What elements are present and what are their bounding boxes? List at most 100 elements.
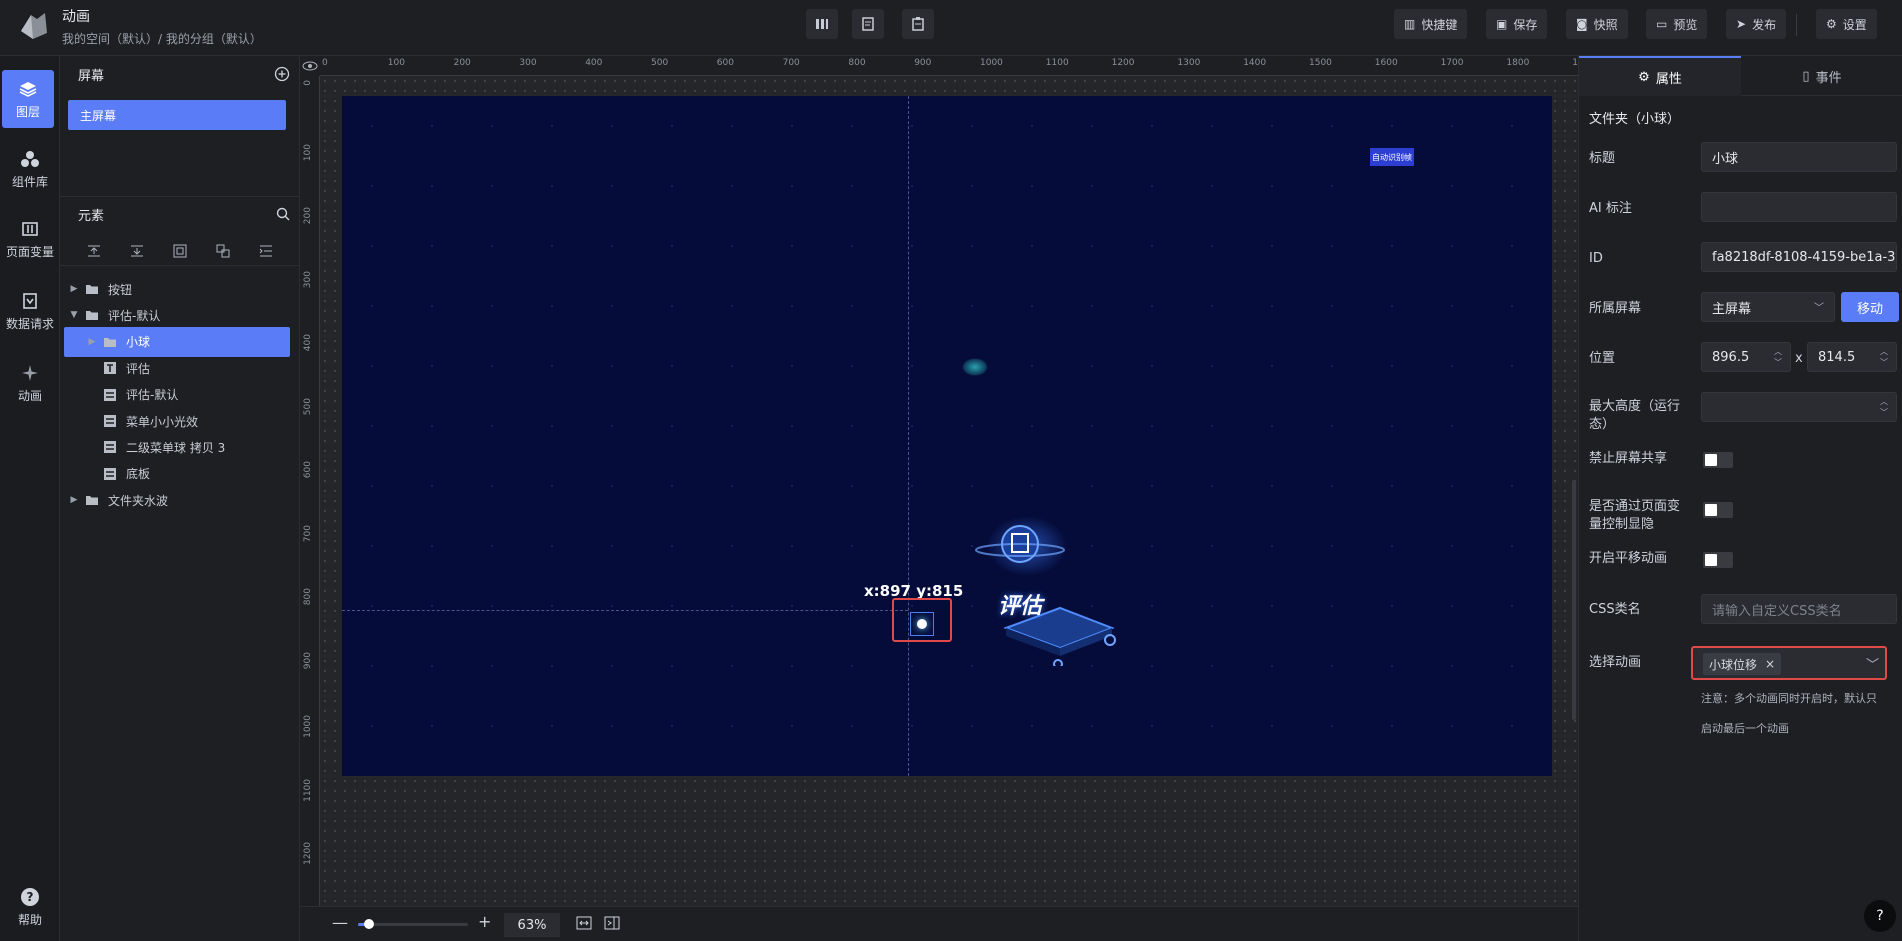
position-y-input[interactable]: 814.5 ︿ ﹀ [1807, 342, 1897, 372]
auto-frame-badge[interactable]: 自动识别帧 [1370, 148, 1414, 166]
doc-edit-icon[interactable] [852, 9, 884, 39]
ruler-tick-label: 700 [303, 524, 313, 542]
elements-header: 元素 [60, 196, 300, 232]
ai-input[interactable] [1701, 192, 1897, 222]
close-icon[interactable]: × [1765, 657, 1775, 671]
nav-help[interactable]: ? 帮助 [0, 878, 60, 936]
caret-icon[interactable]: ▶ [68, 495, 80, 505]
id-label: ID [1589, 251, 1603, 266]
zoom-slider-knob[interactable] [364, 919, 374, 929]
ruler-tick-label: 600 [716, 58, 734, 68]
stepper-icon[interactable]: ︿ ﹀ [1880, 346, 1888, 368]
tree-item-label: 文件夹水波 [108, 493, 169, 508]
nav-data-requests[interactable]: 数据请求 [0, 282, 60, 340]
ungroup-icon[interactable] [214, 242, 232, 260]
nav-page-vars[interactable]: 页面变量 [0, 210, 60, 268]
zoom-slider[interactable] [358, 919, 468, 929]
position-x-input[interactable]: 896.5 ︿ ﹀ [1701, 342, 1791, 372]
var-control-toggle[interactable] [1703, 502, 1733, 518]
add-screen-icon[interactable] [274, 66, 290, 86]
preview-button[interactable]: ▭ 预览 [1646, 9, 1708, 39]
small-ball[interactable] [910, 612, 934, 636]
canvas-area[interactable]: 0 100 200 300 400 500 600 700 800 900 1000 1100 1200… [300, 56, 1595, 928]
group-icon[interactable] [171, 242, 189, 260]
tab-events[interactable]: ▯ 事件 [1741, 56, 1902, 96]
zoom-out-button[interactable]: — [332, 913, 348, 932]
screen-stage[interactable]: 自动识别帧 x:897 y:815 评估 [342, 96, 1552, 776]
align-icon[interactable] [806, 9, 838, 39]
ruler-tick-label: 200 [453, 58, 471, 68]
canvas-scrollbar[interactable] [1572, 480, 1576, 720]
screen-item-main[interactable]: 主屏幕 [68, 100, 286, 130]
title-input[interactable]: 小球 [1701, 142, 1897, 172]
animation-note-line2: 启动最后一个动画 [1701, 722, 1789, 735]
fit-screen-icon[interactable] [576, 916, 592, 934]
indent-icon[interactable] [257, 242, 275, 260]
move-down-icon[interactable] [128, 242, 146, 260]
settings-button[interactable]: ⚙ 设置 [1816, 9, 1877, 39]
guide-line-vertical [908, 96, 909, 776]
screen-label: 所属屏幕 [1589, 301, 1642, 316]
toggle-knob [1705, 454, 1717, 466]
move-up-icon[interactable] [85, 242, 103, 260]
title-label: 标题 [1589, 151, 1616, 166]
stepper-icon[interactable]: ︿ ﹀ [1774, 346, 1782, 368]
element-toolbar [60, 236, 300, 266]
ruler-tick-label: 400 [585, 58, 603, 68]
nav-animation[interactable]: 动画 [0, 354, 60, 412]
screen-select[interactable]: 主屏幕 ﹀ [1701, 292, 1835, 322]
ruler-tick-label: 1400 [1243, 58, 1267, 68]
caret-icon[interactable]: ▶ [68, 284, 80, 294]
text-icon [102, 361, 118, 375]
shortcut-button[interactable]: ▥ 快捷键 [1394, 9, 1468, 39]
layers-icon [18, 79, 38, 99]
share-toggle[interactable] [1703, 452, 1733, 468]
caret-icon[interactable]: ▶ [86, 337, 98, 347]
tree-item-label: 二级菜单球 拷贝 3 [126, 440, 226, 455]
animation-select[interactable]: 小球位移 × ﹀ [1691, 646, 1887, 680]
floating-help-button[interactable]: ? [1864, 900, 1896, 932]
monitor-icon: ▭ [1656, 17, 1668, 31]
camera-icon: ◙ [1576, 17, 1588, 31]
zoom-value[interactable]: 63% [504, 913, 560, 937]
var-control-label: 是否通过页面变量控制显隐 [1589, 499, 1681, 532]
tree-item[interactable]: ▶ 文件夹水波 [64, 485, 290, 515]
search-icon[interactable] [276, 207, 290, 225]
zoom-in-button[interactable]: + [478, 912, 491, 931]
tab-properties[interactable]: ⚙ 属性 [1579, 56, 1741, 96]
ruler-tick-label: 1500 [1309, 58, 1332, 68]
id-input[interactable]: fa8218df-8108-4159-be1a-3 [1701, 242, 1897, 272]
ruler-tick-label: 800 [303, 588, 313, 606]
eye-icon[interactable] [300, 56, 320, 76]
left-nav: 图层 组件库 页面变量 数据请求 动画 ? 帮助 [0, 56, 60, 941]
ruler-tick-label: 1000 [303, 715, 313, 738]
share-label: 禁止屏幕共享 [1589, 451, 1668, 466]
snapshot-button[interactable]: ◙ 快照 [1566, 9, 1628, 39]
max-height-label: 最大高度（运行态） [1589, 399, 1681, 432]
fullscreen-icon[interactable] [604, 916, 620, 934]
assess-component[interactable]: 评估 [932, 516, 1122, 669]
clipboard-icon[interactable] [902, 9, 934, 39]
save-button[interactable]: ▣ 保存 [1486, 9, 1548, 39]
glow-ball[interactable] [962, 358, 988, 376]
css-input[interactable]: 请输入自定义CSS类名 [1701, 594, 1897, 624]
variables-icon [20, 219, 40, 239]
save-icon: ▣ [1496, 17, 1508, 31]
ruler-tick-label: 1800 [1506, 58, 1530, 68]
nav-components[interactable]: 组件库 [0, 140, 60, 198]
ruler-tick-label: 300 [303, 270, 313, 288]
logo-icon [14, 6, 54, 46]
svg-text:?: ? [27, 890, 34, 904]
publish-button[interactable]: ➤ 发布 [1726, 9, 1787, 39]
pan-anim-toggle[interactable] [1703, 552, 1733, 568]
move-button[interactable]: 移动 [1841, 292, 1899, 322]
tree-item[interactable]: ▼ 评估-默认 [64, 300, 290, 330]
ai-label: AI 标注 [1589, 201, 1632, 216]
ruler-tick-label: 800 [848, 58, 866, 68]
nav-layers[interactable]: 图层 [2, 70, 54, 128]
ruler-tick-label: 700 [782, 58, 800, 68]
help-icon: ? [20, 887, 40, 907]
stepper-icon[interactable]: ︿ ﹀ [1880, 396, 1888, 418]
caret-icon[interactable]: ▼ [68, 310, 80, 320]
max-height-input[interactable]: ︿ ﹀ [1701, 392, 1897, 422]
